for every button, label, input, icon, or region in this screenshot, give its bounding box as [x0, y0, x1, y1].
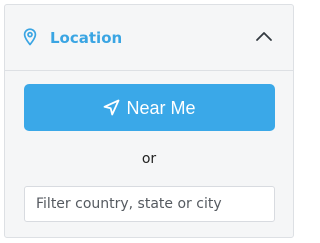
location-filter-input[interactable]	[24, 186, 275, 222]
location-panel: Location Near Me or	[4, 4, 294, 238]
panel-title: Location	[50, 29, 123, 47]
location-panel-header[interactable]: Location	[5, 5, 293, 71]
near-me-button[interactable]: Near Me	[24, 84, 275, 131]
navigation-arrow-icon	[104, 99, 120, 116]
near-me-label: Near Me	[126, 97, 196, 118]
chevron-up-icon[interactable]	[255, 30, 273, 42]
map-pin-icon	[23, 28, 37, 46]
or-separator: or	[141, 151, 157, 167]
